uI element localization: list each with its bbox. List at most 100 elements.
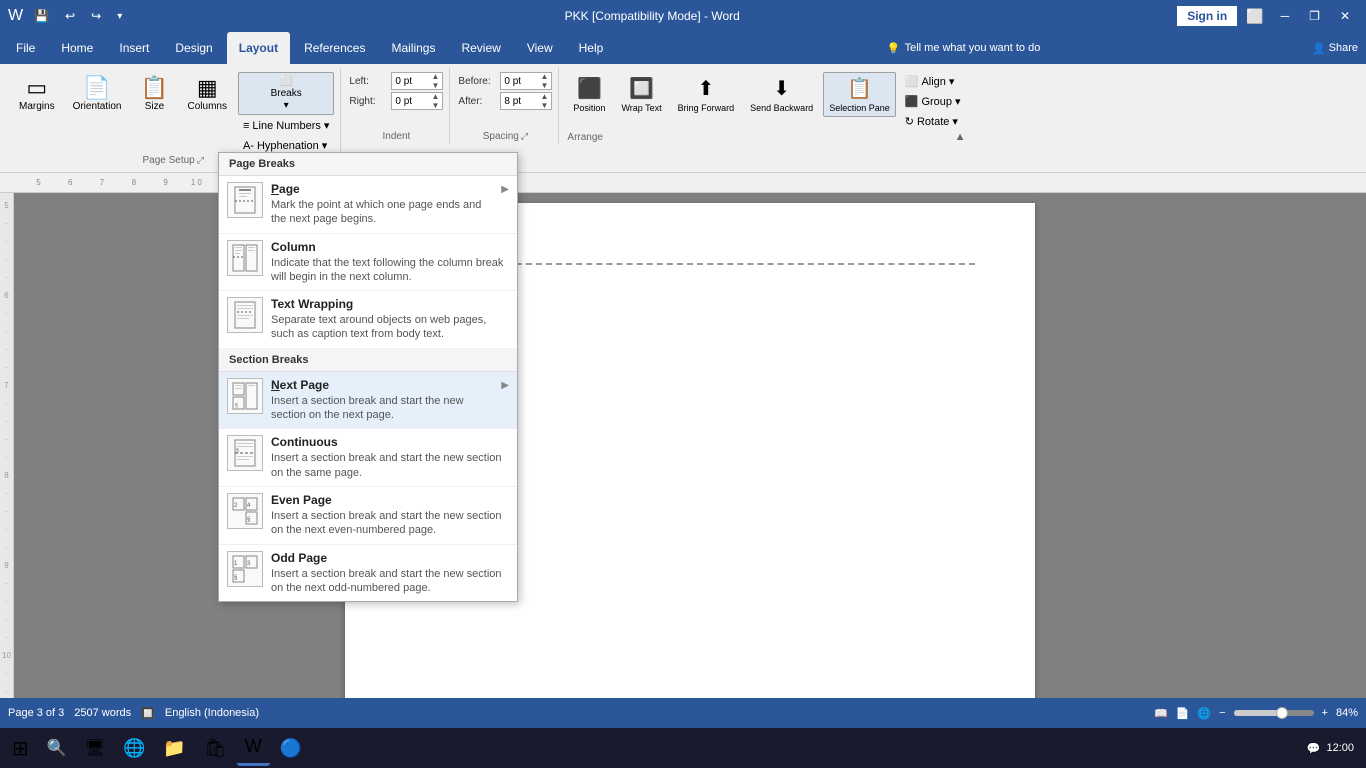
tab-insert[interactable]: Insert [107,32,161,64]
menu-item-odd-page[interactable]: 1 3 § Odd Page Insert a section break an… [219,545,517,602]
arrange-label: Arrange ▲ [567,131,965,145]
orientation-button[interactable]: 📄 Orientation [66,72,129,117]
tab-references[interactable]: References [292,32,377,64]
hyphenation-icon: A- [243,140,254,152]
columns-icon: ▦ [197,77,218,99]
arrange-collapse-icon[interactable]: ▲ [955,131,966,143]
indent-right-down[interactable]: ▼ [431,101,439,110]
menu-item-even-page[interactable]: 2 4 § Even Page Insert a section break a… [219,487,517,545]
tab-review[interactable]: Review [449,32,512,64]
status-icon: 🔲 [141,707,155,720]
task-view-button[interactable]: 🖥 [77,730,113,766]
indent-right-input[interactable]: 0 pt ▲ ▼ [391,92,443,110]
margins-icon: ▭ [26,77,47,99]
tab-layout[interactable]: Layout [227,32,290,64]
breaks-icon: ⬜ [280,76,292,87]
menu-item-continuous[interactable]: § Continuous Insert a section break and … [219,429,517,487]
redo-button[interactable]: ↪ [86,7,106,25]
indent-left-up[interactable]: ▲ [431,72,439,81]
zoom-in-icon[interactable]: + [1322,707,1328,719]
indent-left-row: Left: 0 pt ▲ ▼ [349,72,443,90]
read-mode-icon[interactable]: 📖 [1154,707,1168,720]
page-break-title: Page [271,182,493,196]
word-taskbar-button[interactable]: W [237,730,270,766]
spacing-after-up[interactable]: ▲ [540,92,548,101]
spacing-expand-icon[interactable]: ⤢ [521,131,528,142]
indent-left-input[interactable]: 0 pt ▲ ▼ [391,72,443,90]
tab-home[interactable]: Home [49,32,105,64]
line-numbers-button[interactable]: ≡ Line Numbers ▾ [238,116,334,135]
restore-button[interactable]: ❐ [1301,7,1328,25]
indent-left-arrows[interactable]: ▲ ▼ [431,72,439,90]
save-quick-button[interactable]: 💾 [29,7,54,25]
bring-forward-button[interactable]: ⬆ Bring Forward [672,72,741,117]
menu-item-page[interactable]: Page Mark the point at which one page en… [219,176,517,234]
spacing-after-arrows[interactable]: ▲ ▼ [540,92,548,110]
margins-button[interactable]: ▭ Margins [12,72,62,117]
tab-file[interactable]: File [4,32,47,64]
store-button[interactable]: 🛍 [196,730,235,766]
taskbar-time: 12:00 [1326,742,1354,754]
align-button[interactable]: ⬜ Align ▾ [900,72,966,91]
person-icon: 👤 [1312,42,1326,55]
tab-help[interactable]: Help [567,32,616,64]
zoom-level[interactable]: 84% [1336,707,1358,719]
undo-button[interactable]: ↩ [60,7,80,25]
tab-mailings[interactable]: Mailings [379,32,447,64]
uplotify-button[interactable]: 🔵 [272,730,310,766]
group-indent: Left: 0 pt ▲ ▼ Right: 0 pt ▲ [343,68,450,144]
spacing-after-down[interactable]: ▼ [540,101,548,110]
breaks-button[interactable]: ⬜ Breaks ▾ [238,72,334,115]
rotate-button[interactable]: ↻ Rotate ▾ [900,112,966,131]
status-bar: Page 3 of 3 2507 words 🔲 English (Indone… [0,698,1366,728]
customize-qat-button[interactable]: ▾ [112,9,127,24]
signin-button[interactable]: Sign in [1177,6,1237,26]
position-button[interactable]: ⬛ Position [567,72,611,117]
zoom-slider[interactable] [1234,710,1314,716]
menu-item-text-wrapping[interactable]: Text Wrapping Separate text around objec… [219,291,517,349]
page-setup-expand-icon[interactable]: ⤢ [197,155,204,166]
indent-right-arrows[interactable]: ▲ ▼ [431,92,439,110]
menu-item-next-page[interactable]: § Next Page Insert a section break and s… [219,372,517,430]
hyphenation-arrow: ▾ [322,139,328,152]
zoom-out-icon[interactable]: − [1219,707,1225,719]
print-layout-icon[interactable]: 📄 [1176,707,1190,720]
file-explorer-button[interactable]: 📁 [155,730,193,766]
spacing-before-up[interactable]: ▲ [540,72,548,81]
tab-view[interactable]: View [515,32,565,64]
indent-left-down[interactable]: ▼ [431,81,439,90]
group-spacing: Before: 0 pt ▲ ▼ After: 8 pt ▲ [452,68,559,144]
group-arrow: ▾ [955,95,961,108]
tab-design[interactable]: Design [163,32,224,64]
next-page-desc: Insert a section break and start the new… [271,394,493,423]
document-area [14,193,1366,746]
zoom-thumb[interactable] [1276,707,1288,719]
selection-pane-button[interactable]: 📋 Selection Pane [823,72,896,117]
spacing-label: Spacing ⤢ [458,131,552,144]
left-ruler-numbers: 5····6····7····8····9····10····11····12·… [2,197,11,746]
search-button[interactable]: 🔍 [39,730,75,766]
columns-button[interactable]: ▦ Columns [181,72,234,117]
spacing-after-input[interactable]: 8 pt ▲ ▼ [500,92,552,110]
notification-icon[interactable]: 💬 [1307,742,1321,755]
indent-left-label: Left: [349,76,389,87]
send-backward-button[interactable]: ⬇ Send Backward [744,72,819,117]
spacing-before-down[interactable]: ▼ [540,81,548,90]
indent-right-up[interactable]: ▲ [431,92,439,101]
menu-item-column[interactable]: Column Indicate that the text following … [219,234,517,292]
edge-button[interactable]: 🌐 [115,730,153,766]
group-button[interactable]: ⬛ Group ▾ [900,92,966,111]
wrap-text-button[interactable]: 🔲 Wrap Text [615,72,667,117]
spacing-before-input[interactable]: 0 pt ▲ ▼ [500,72,552,90]
svg-text:2: 2 [234,503,238,509]
size-icon: 📋 [141,77,168,99]
web-layout-icon[interactable]: 🌐 [1197,707,1211,720]
spacing-before-arrows[interactable]: ▲ ▼ [540,72,548,90]
start-button[interactable]: ⊞ [4,730,37,766]
minimize-button[interactable]: ─ [1273,7,1298,25]
ribbon-display-button[interactable]: ⬜ [1241,6,1268,27]
ribbon: File Home Insert Design Layout Reference… [0,32,1366,64]
title-left: W 💾 ↩ ↪ ▾ [8,7,127,25]
size-button[interactable]: 📋 Size [133,72,177,117]
close-button[interactable]: ✕ [1332,7,1358,25]
